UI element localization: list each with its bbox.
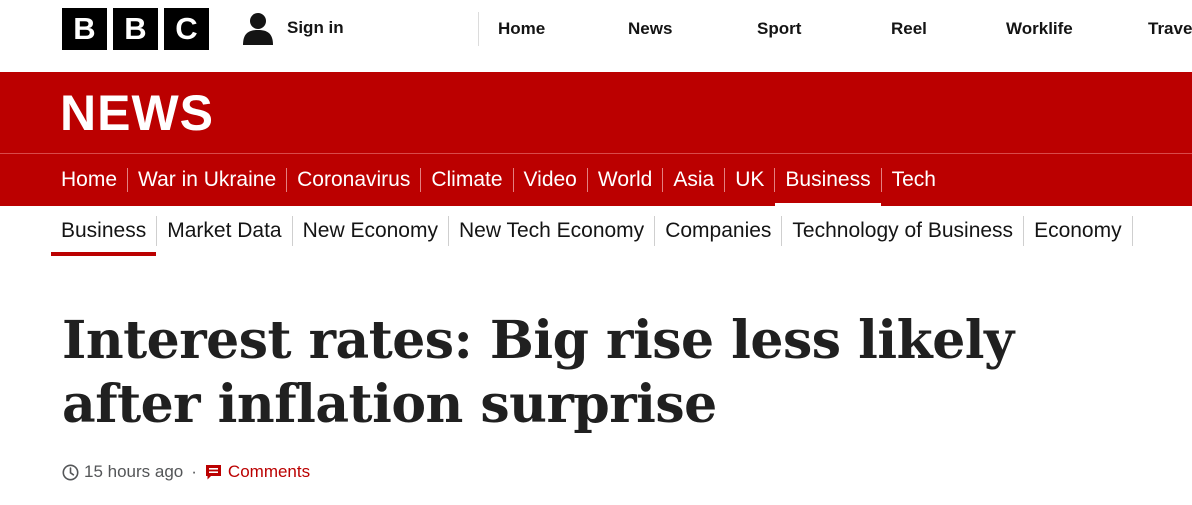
bbc-logo[interactable]: B B C (62, 8, 209, 50)
subnav-item-market-data[interactable]: Market Data (157, 206, 291, 256)
meta-separator: · (191, 462, 197, 481)
section-nav-item-war-in-ukraine[interactable]: War in Ukraine (128, 154, 286, 206)
subnav-label: Market Data (167, 219, 282, 242)
subnav-item-new-economy[interactable]: New Economy (293, 206, 448, 256)
comment-icon (205, 464, 221, 479)
sign-in-button[interactable]: Sign in (241, 10, 344, 46)
subnav-item-new-tech-economy[interactable]: New Tech Economy (449, 206, 654, 256)
global-nav-travel[interactable]: Trave (1148, 19, 1192, 39)
section-nav-label: World (597, 168, 653, 191)
subnav-item-economy[interactable]: Economy (1024, 206, 1132, 256)
news-brand-title[interactable]: NEWS (60, 88, 214, 138)
subnav-label: New Economy (302, 219, 438, 242)
section-nav-label: Video (523, 168, 577, 191)
section-nav-label: Home (61, 168, 118, 191)
comments-label: Comments (227, 462, 311, 481)
topnav-divider (478, 12, 479, 46)
logo-letter-c: C (164, 8, 209, 50)
logo-letter-b2: B (113, 8, 158, 50)
sign-in-label: Sign in (287, 18, 344, 37)
subnav-item-technology-of-business[interactable]: Technology of Business (782, 206, 1023, 256)
global-header: B B C Sign in Home News Sport Reel Workl… (0, 0, 1192, 72)
subnav-item-companies[interactable]: Companies (655, 206, 781, 256)
user-icon (243, 13, 273, 45)
section-nav-item-climate[interactable]: Climate (421, 154, 512, 206)
section-nav-label: Business (785, 168, 871, 191)
section-nav-label: Climate (431, 168, 503, 191)
section-nav-label: War in Ukraine (138, 168, 277, 191)
article-meta: 15 hours ago · Comments (62, 460, 310, 484)
section-nav-item-world[interactable]: World (588, 154, 662, 206)
global-nav-worklife[interactable]: Worklife (1006, 19, 1078, 39)
subnav-separator (1131, 216, 1133, 246)
section-nav-label: Coronavirus (297, 168, 411, 191)
subnav-label: Companies (665, 219, 772, 242)
article-timestamp: 15 hours ago (84, 462, 184, 481)
section-nav-item-tech[interactable]: Tech (882, 154, 946, 206)
section-nav-item-uk[interactable]: UK (725, 154, 774, 206)
global-nav-home[interactable]: Home (498, 19, 546, 39)
logo-letter-b1: B (62, 8, 107, 50)
global-nav: Home News Sport Reel Worklife Trave (498, 0, 1192, 58)
section-nav-item-business[interactable]: Business (775, 154, 881, 207)
section-nav-label: Asia (673, 168, 715, 191)
section-nav-item-home[interactable]: Home (51, 154, 127, 206)
section-nav-item-asia[interactable]: Asia (663, 154, 724, 206)
business-subnav: Business Market Data New Economy New Tec… (51, 206, 1133, 256)
subnav-label: Technology of Business (792, 219, 1014, 242)
section-nav-item-coronavirus[interactable]: Coronavirus (287, 154, 420, 206)
section-nav-item-video[interactable]: Video (514, 154, 587, 206)
section-nav-label: UK (735, 168, 765, 191)
section-nav-label: Tech (891, 168, 936, 191)
news-banner: NEWS Home War in Ukraine Coronavirus Cli… (0, 72, 1192, 207)
subnav-label: Economy (1034, 219, 1122, 242)
global-nav-sport[interactable]: Sport (757, 19, 804, 39)
global-nav-reel[interactable]: Reel (891, 19, 929, 39)
section-nav: Home War in Ukraine Coronavirus Climate … (51, 154, 946, 207)
global-nav-news[interactable]: News (628, 19, 674, 39)
subnav-label: Business (61, 219, 147, 242)
comments-link[interactable]: Comments (205, 462, 310, 482)
subnav-label: New Tech Economy (458, 219, 645, 242)
clock-icon (62, 464, 79, 480)
article-headline: Interest rates: Big rise less likely aft… (62, 310, 1014, 435)
subnav-item-business[interactable]: Business (51, 206, 157, 256)
